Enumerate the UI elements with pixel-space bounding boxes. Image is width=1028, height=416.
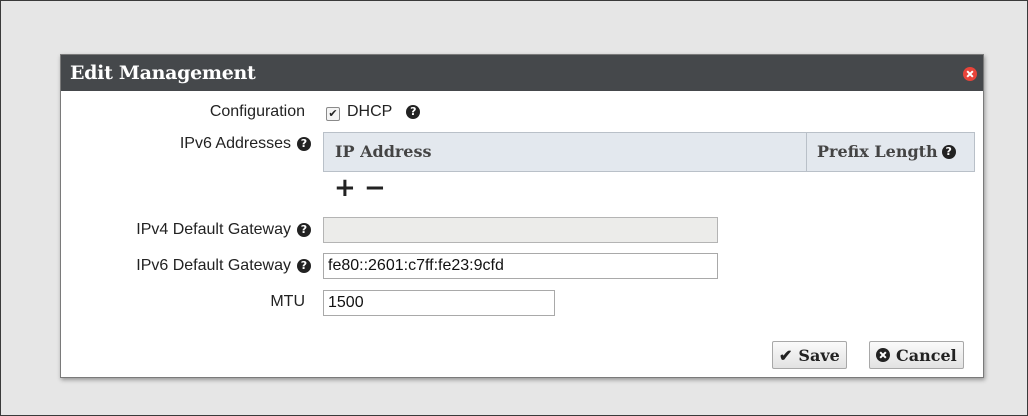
cancel-button-label: Cancel [896,345,957,365]
ipv6-addresses-label-text: IPv6 Addresses [179,135,291,152]
cancel-icon [876,348,890,362]
save-button-label: Save [798,345,840,365]
dialog-title: Edit Management [70,62,256,84]
mtu-label: MTU [270,291,305,313]
add-address-button[interactable]: + [334,172,356,204]
ipv6-gateway-label: IPv6 Default Gateway ? [136,255,311,277]
configuration-label: Configuration [210,101,305,123]
screen-frame: Edit Management Configuration ✔ DHCP ? I… [0,0,1028,416]
ipv4-gateway-field[interactable] [323,217,718,243]
mtu-field[interactable] [323,290,555,316]
ipv6-address-table: IP Address Prefix Length ? [323,132,975,172]
mtu-label-text: MTU [270,293,305,310]
save-button[interactable]: ✔ Save [772,341,847,369]
column-divider [806,133,807,171]
ipv6-addresses-help-icon[interactable]: ? [297,137,311,151]
dhcp-checkbox[interactable]: ✔ [326,107,340,121]
prefix-length-header-text: Prefix Length [817,142,938,161]
remove-address-button[interactable]: − [364,172,386,204]
ipv6-gateway-help-icon[interactable]: ? [297,259,311,273]
close-icon[interactable] [963,67,977,81]
ipv6-gateway-field[interactable] [323,253,718,279]
dhcp-label: DHCP [347,103,393,120]
dhcp-help-icon[interactable]: ? [406,105,421,119]
configuration-label-text: Configuration [209,103,305,120]
edit-management-dialog: Edit Management Configuration ✔ DHCP ? I… [60,54,984,378]
ipv6-gateway-label-text: IPv6 Default Gateway [136,257,291,274]
checkmark-icon: ✔ [779,345,793,365]
prefix-length-help-icon[interactable]: ? [941,145,956,159]
dialog-titlebar: Edit Management [61,55,983,91]
cancel-button[interactable]: Cancel [869,341,964,369]
ipv6-addresses-label: IPv6 Addresses ? [180,133,311,155]
dhcp-label-group: DHCP ? [347,101,421,123]
prefix-length-column-header[interactable]: Prefix Length ? [817,133,956,171]
ipv4-gateway-label-text: IPv4 Default Gateway [136,221,291,238]
ipv4-gateway-help-icon[interactable]: ? [297,223,311,237]
ip-address-column-header[interactable]: IP Address [335,133,432,171]
ipv4-gateway-label: IPv4 Default Gateway ? [136,219,311,241]
